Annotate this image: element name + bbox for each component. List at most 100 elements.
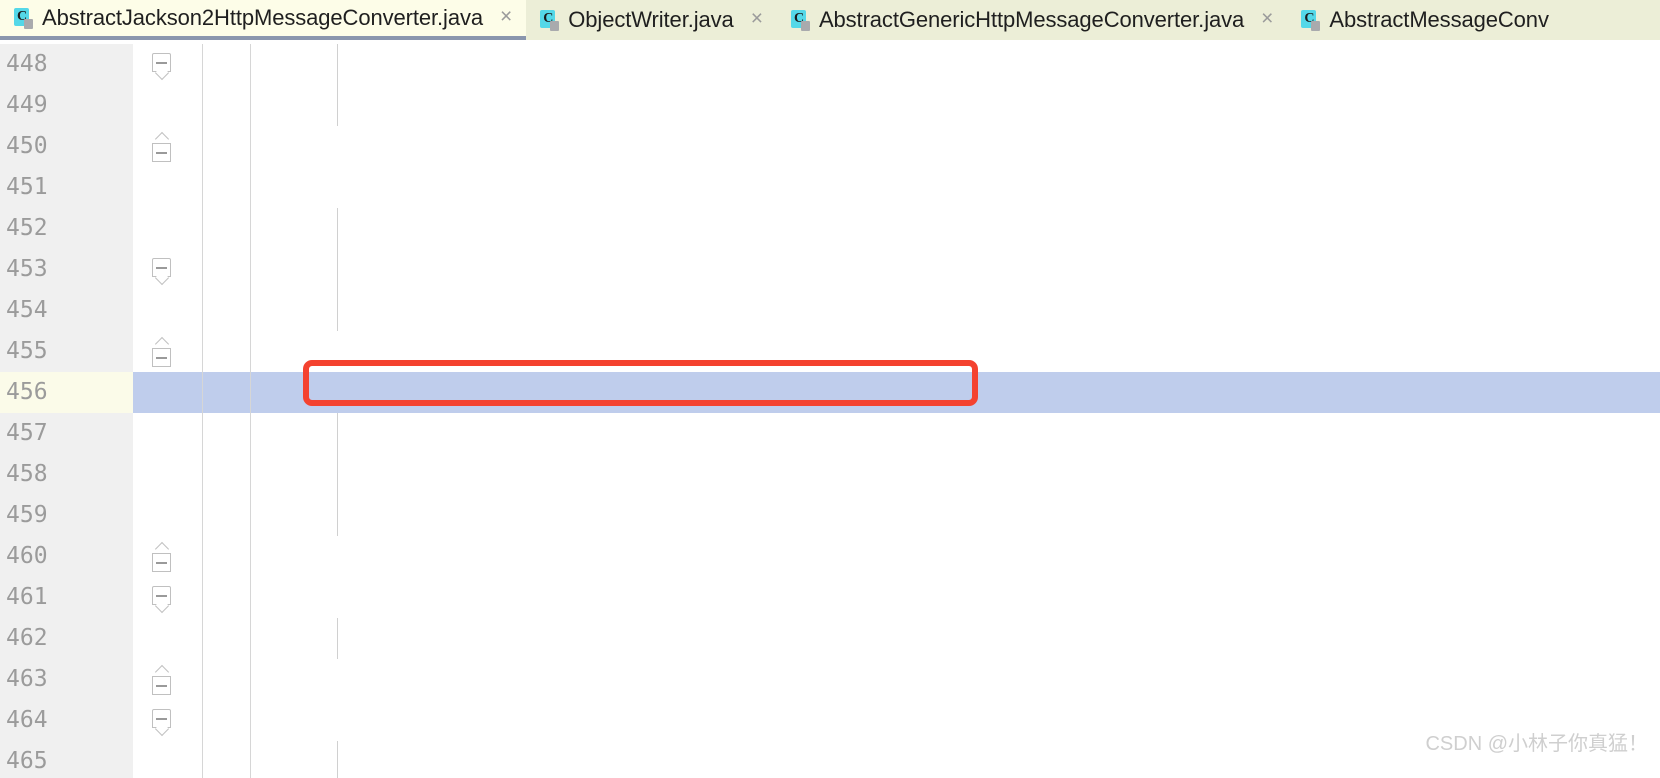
java-class-icon (14, 7, 33, 29)
fold-gutter[interactable] (133, 741, 203, 778)
fold-gutter[interactable] (133, 249, 203, 290)
close-icon[interactable]: × (1253, 8, 1275, 32)
fold-gutter[interactable] (133, 372, 203, 413)
gap-gutter (251, 618, 279, 659)
line-number: 455 (0, 331, 133, 372)
code-row-450: 450 } (0, 126, 1660, 167)
code-text[interactable]: } (279, 331, 1660, 372)
code-text[interactable]: objectWriter = objectWriter.forType(java… (279, 85, 1660, 126)
code-row-449: 449 objectWriter = objectWriter.forType(… (0, 85, 1660, 126)
editor-tab-objectwriter[interactable]: ObjectWriter.java × (526, 0, 777, 40)
mark-gutter[interactable] (203, 618, 251, 659)
mark-gutter[interactable] (203, 290, 251, 331)
code-editor[interactable]: 448 if (javaType ≠ null && javaType.isCo… (0, 44, 1660, 778)
code-text[interactable]: catch (InvalidDefinitionException ex) { (279, 577, 1660, 618)
mark-gutter[interactable] (203, 167, 251, 208)
code-text[interactable]: if (javaType ≠ null && javaType.isContai… (279, 44, 1660, 85)
gap-gutter (251, 413, 279, 454)
mark-gutter[interactable] (203, 372, 251, 413)
line-number: 457 (0, 413, 133, 454)
gap-gutter (251, 372, 279, 413)
gap-gutter (251, 290, 279, 331)
code-lines: 448 if (javaType ≠ null && javaType.isCo… (0, 44, 1660, 778)
code-text[interactable] (279, 413, 1660, 454)
fold-gutter[interactable] (133, 85, 203, 126)
editor-tab-abstractgenerichttpmessageconverter[interactable]: AbstractGenericHttpMessageConverter.java… (777, 0, 1287, 40)
mark-gutter[interactable] (203, 85, 251, 126)
fold-gutter[interactable] (133, 413, 203, 454)
line-number: 450 (0, 126, 133, 167)
code-text[interactable]: config.isEnabled(SerializationFeature.IN… (279, 249, 1660, 290)
editor-tab-abstractjackson2httpmessageconverter[interactable]: AbstractJackson2HttpMessageConverter.jav… (0, 0, 527, 40)
fold-collapse-icon[interactable] (152, 553, 171, 572)
tab-label: AbstractGenericHttpMessageConverter.java (818, 7, 1245, 32)
fold-gutter[interactable] (133, 700, 203, 741)
mark-gutter[interactable] (203, 577, 251, 618)
ide-window: AbstractJackson2HttpMessageConverter.jav… (0, 0, 1660, 778)
tab-label: ObjectWriter.java (568, 7, 734, 32)
mark-gutter[interactable] (203, 495, 251, 536)
tab-label: AbstractMessageConv (1329, 7, 1549, 32)
mark-gutter[interactable] (203, 536, 251, 577)
code-text[interactable]: throw new HttpMessageConversionException… (279, 618, 1660, 659)
close-icon[interactable]: × (743, 8, 765, 32)
fold-gutter[interactable] (133, 167, 203, 208)
mark-gutter[interactable] (203, 331, 251, 372)
code-row-461: 461 catch (InvalidDefinitionException ex… (0, 577, 1660, 618)
code-text[interactable]: if (contentType ≠ null && contentType.is… (279, 208, 1660, 249)
code-row-463: 463 } (0, 659, 1660, 700)
mark-gutter[interactable] (203, 249, 251, 290)
mark-gutter[interactable] (203, 44, 251, 85)
editor-tab-bar: AbstractJackson2HttpMessageConverter.jav… (0, 0, 1660, 40)
fold-collapse-icon[interactable] (152, 676, 171, 695)
code-row-451: 451 SerializationConfig config = objectW… (0, 167, 1660, 208)
line-number: 463 (0, 659, 133, 700)
line-number: 449 (0, 85, 133, 126)
gap-gutter (251, 126, 279, 167)
fold-gutter[interactable] (133, 659, 203, 700)
code-text[interactable]: generator.flush(); (279, 495, 1660, 536)
mark-gutter[interactable] (203, 741, 251, 778)
line-number: 454 (0, 290, 133, 331)
java-class-icon (790, 9, 810, 31)
code-text[interactable]: } (279, 659, 1660, 700)
code-text[interactable]: writeSuffix(generator, object); (279, 454, 1660, 495)
gap-gutter (251, 577, 279, 618)
mark-gutter[interactable] (203, 413, 251, 454)
fold-gutter[interactable] (133, 454, 203, 495)
code-text[interactable]: objectWriter = objectWriter.with(this.ss… (279, 290, 1660, 331)
code-text[interactable]: objectWriter.writeValue(generator, value… (279, 372, 1660, 413)
fold-gutter[interactable] (133, 536, 203, 577)
mark-gutter[interactable] (203, 659, 251, 700)
fold-gutter[interactable] (133, 290, 203, 331)
mark-gutter[interactable] (203, 454, 251, 495)
watermark-text: CSDN @小林子你真猛！ (1425, 733, 1648, 755)
fold-collapse-icon[interactable] (152, 348, 171, 367)
editor-tab-abstractmessageconverter[interactable]: AbstractMessageConv (1287, 0, 1560, 40)
fold-gutter[interactable] (133, 331, 203, 372)
fold-gutter[interactable] (133, 618, 203, 659)
fold-gutter[interactable] (133, 126, 203, 167)
gap-gutter (251, 536, 279, 577)
fold-collapse-icon[interactable] (152, 143, 171, 162)
mark-gutter[interactable] (203, 208, 251, 249)
code-row-456: 456 objectWriter.writeValue(generator, v… (0, 372, 1660, 413)
code-text[interactable]: } (279, 126, 1660, 167)
code-text[interactable]: SerializationConfig config = objectWrite… (279, 167, 1660, 208)
line-number: 461 (0, 577, 133, 618)
code-text[interactable]: } (279, 536, 1660, 577)
gap-gutter (251, 700, 279, 741)
line-number: 460 (0, 536, 133, 577)
code-row-465: 465 throw new HttpMessageNotWritableExce… (0, 741, 1660, 778)
code-row-457: 457 (0, 413, 1660, 454)
java-class-icon (540, 9, 560, 31)
fold-gutter[interactable] (133, 577, 203, 618)
mark-gutter[interactable] (203, 126, 251, 167)
fold-gutter[interactable] (133, 495, 203, 536)
close-icon[interactable]: × (492, 6, 514, 30)
mark-gutter[interactable] (203, 700, 251, 741)
fold-gutter[interactable] (133, 208, 203, 249)
tab-label: AbstractJackson2HttpMessageConverter.jav… (42, 5, 484, 30)
gap-gutter (251, 208, 279, 249)
fold-gutter[interactable] (133, 44, 203, 85)
